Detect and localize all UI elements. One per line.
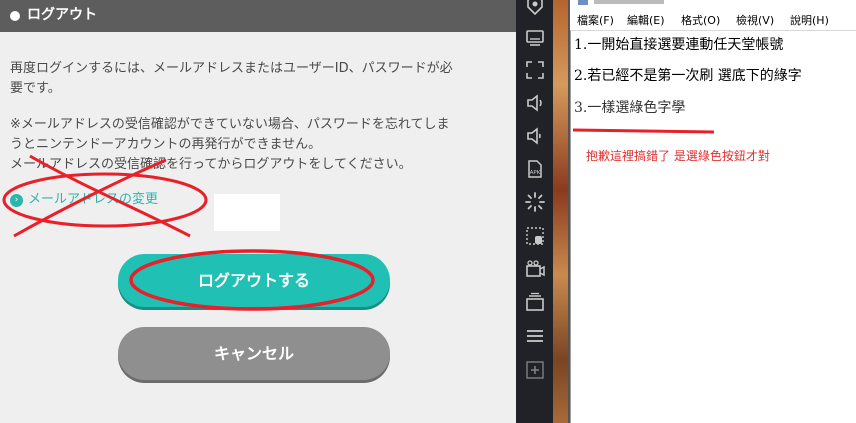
email-warning-line1: ※メールアドレスの受信確認ができていない場合、パスワードを忘れてしま bbox=[10, 117, 450, 132]
logout-dialog: ログアウト 再度ログインするには、メールアドレスまたはユーザーID、パスワードが… bbox=[0, 0, 516, 423]
notepad-window: 檔案(F) 編輯(E) 格式(O) 檢視(V) 說明(H) 1.一開始直接選要連… bbox=[570, 0, 856, 423]
correction-note: 抱歉這裡搞錯了 是選綠色按鈕才對 bbox=[586, 149, 770, 163]
menu-icon[interactable] bbox=[524, 325, 546, 347]
text-line-3: 3.一樣選綠色字學 bbox=[574, 100, 686, 116]
text-line-2: 2.若已經不是第一次刷 選底下的綠字 bbox=[574, 68, 802, 84]
dialog-title: ログアウト bbox=[27, 7, 97, 23]
strikethrough-annotation bbox=[572, 128, 715, 134]
menu-view[interactable]: 檢視(V) bbox=[736, 12, 774, 30]
relogin-notice: 再度ログインするには、メールアドレスまたはユーザーID、パスワードが必 要です。 bbox=[10, 59, 505, 99]
screen-record-icon[interactable] bbox=[524, 225, 546, 247]
video-record-icon[interactable] bbox=[524, 258, 546, 280]
email-warning: ※メールアドレスの受信確認ができていない場合、パスワードを忘れてしま うとニンテ… bbox=[10, 115, 505, 155]
add-icon[interactable] bbox=[524, 359, 546, 381]
email-confirm-notice: メールアドレスの受信確認を行ってからログアウトをしてください。 bbox=[10, 157, 412, 172]
apk-install-icon[interactable]: APK bbox=[524, 158, 546, 180]
chevron-right-icon: › bbox=[10, 194, 23, 207]
location-icon[interactable] bbox=[524, 0, 546, 16]
notepad-icon bbox=[578, 0, 588, 5]
notepad-titlebar bbox=[570, 0, 856, 12]
fullscreen-icon[interactable] bbox=[524, 59, 546, 81]
notepad-title bbox=[594, 0, 664, 4]
text-line-1: 1.一開始直接選要連動任天堂帳號 bbox=[574, 37, 784, 53]
notepad-text-area[interactable]: 1.一開始直接選要連動任天堂帳號 2.若已經不是第一次刷 選底下的綠字 3.一樣… bbox=[570, 30, 856, 423]
relogin-notice-line2: 要です。 bbox=[10, 81, 61, 96]
loading-icon[interactable] bbox=[524, 191, 546, 213]
change-email-link[interactable]: › メールアドレスの変更 bbox=[10, 191, 158, 209]
bullet-icon bbox=[10, 11, 20, 21]
relogin-notice-line1: 再度ログインするには、メールアドレスまたはユーザーID、パスワードが必 bbox=[10, 61, 453, 76]
game-screen-edge bbox=[553, 0, 569, 423]
menu-file[interactable]: 檔案(F) bbox=[577, 12, 614, 30]
volume-down-icon[interactable] bbox=[524, 125, 546, 147]
notepad-menubar: 檔案(F) 編輯(E) 格式(O) 檢視(V) 說明(H) bbox=[570, 12, 856, 30]
svg-text:APK: APK bbox=[530, 170, 541, 176]
redaction-box bbox=[214, 194, 280, 231]
email-warning-line2: うとニンテンドーアカウントの再発行ができません。 bbox=[10, 137, 322, 152]
cancel-button[interactable]: キャンセル bbox=[118, 327, 390, 380]
emulator-toolbar: APK bbox=[516, 0, 553, 423]
volume-up-icon[interactable] bbox=[524, 92, 546, 114]
menu-help[interactable]: 說明(H) bbox=[790, 12, 829, 30]
dialog-header: ログアウト bbox=[0, 0, 516, 32]
change-email-label: メールアドレスの変更 bbox=[28, 192, 159, 207]
menu-format[interactable]: 格式(O) bbox=[681, 12, 720, 30]
menu-edit[interactable]: 編輯(E) bbox=[627, 12, 665, 30]
logout-button[interactable]: ログアウトする bbox=[118, 254, 390, 307]
keyboard-icon[interactable] bbox=[524, 27, 546, 49]
multi-instance-icon[interactable] bbox=[524, 291, 546, 313]
